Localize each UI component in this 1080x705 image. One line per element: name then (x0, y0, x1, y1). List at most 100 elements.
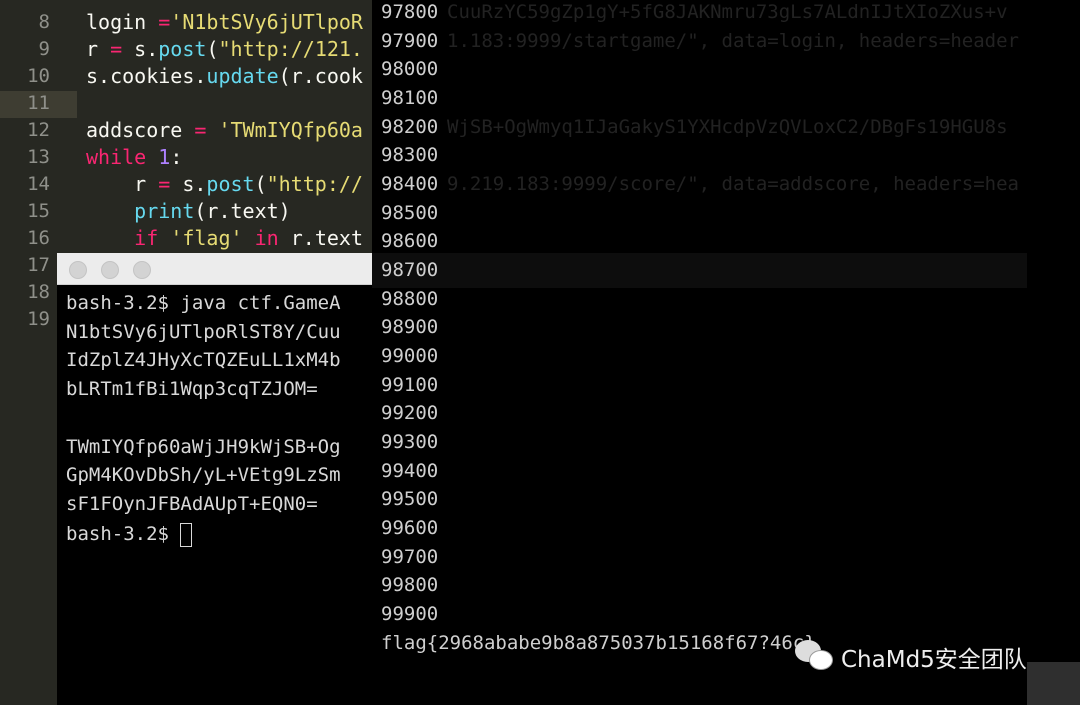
code-token: 'flag' (170, 226, 243, 250)
code-token: "http://121. (218, 37, 363, 61)
score-line: 99500 (381, 488, 439, 511)
code-token: ( (206, 37, 219, 61)
code-token: update (206, 64, 279, 88)
line-number: 11 (27, 92, 50, 114)
score-line: 98000 (381, 58, 439, 81)
code-token: post (158, 37, 207, 61)
ghost-text: 9.219.183:9999/score/", data=addscore, h… (447, 173, 1019, 196)
line-number: 10 (27, 65, 50, 87)
code-line: print(r.text) (86, 198, 291, 225)
corner-panel (1027, 662, 1080, 705)
output-terminal[interactable]: CuuRzYC59gZp1gY+5fG8JAKNmru73gLs7ALdnIJt… (372, 0, 1080, 705)
line-number: 15 (27, 200, 50, 222)
code-token: (r.text) (194, 199, 291, 223)
zoom-button[interactable] (133, 261, 151, 279)
score-line: 99200 (381, 402, 439, 425)
score-line: 99000 (381, 345, 439, 368)
terminal-line: TWmIYQfp60aWjJH9kWjSB+Og (66, 435, 341, 458)
code-token: s. (122, 37, 159, 61)
code-token: : (170, 145, 183, 169)
code-line: s.cookies.update(r.cook (86, 63, 363, 90)
line-number: 12 (27, 119, 50, 141)
ghost-text: 1.183:9999/startgame/", data=login, head… (447, 29, 1019, 52)
terminal-cursor (180, 522, 193, 547)
code-token: = (158, 10, 171, 34)
terminal-line: bash-3.2$ java ctf.GameA (66, 292, 341, 314)
code-line: while 1: (86, 144, 182, 171)
code-token: in (254, 226, 279, 250)
code-token: r (86, 37, 111, 61)
terminal-window[interactable]: bash-3.2$ java ctf.GameA N1btSVy6jUTlpoRl… (57, 253, 373, 705)
score-line: 99300 (381, 431, 439, 454)
code-token: post (206, 172, 255, 196)
line-number: 16 (27, 227, 50, 249)
code-token: r (86, 172, 159, 196)
code-token: 'N1btSVy6jUTlpoR (170, 10, 363, 34)
line-number: 8 (38, 11, 50, 33)
score-line: 98100 (381, 87, 439, 109)
watermark: ChaMd5安全团队 (795, 640, 1027, 674)
score-line: 98400 (381, 173, 439, 196)
score-line: 99600 (381, 517, 439, 540)
close-button[interactable] (69, 261, 87, 279)
minimize-button[interactable] (101, 261, 119, 279)
score-line: 99900 (381, 603, 439, 626)
score-line: 99800 (381, 574, 439, 597)
code-line: addscore = 'TWmIYQfp60a (86, 117, 363, 144)
ghost-titlebar (372, 253, 1027, 288)
code-token: print (134, 199, 195, 223)
code-token: s.cookies. (86, 64, 207, 88)
terminal-line: sF1FOynJFBAdAUpT+EQN0= (66, 492, 318, 515)
code-token: s. (170, 172, 207, 196)
code-line: if 'flag' in r.text (86, 225, 363, 252)
score-line: 99100 (381, 373, 439, 396)
score-line: 97800 (381, 1, 439, 23)
code-token: addscore (86, 118, 195, 142)
ghost-text: CuuRzYC59gZp1gY+5fG8JAKNmru73gLs7ALdnIJt… (447, 1, 1008, 23)
code-line: r = s.post("http:// (86, 171, 363, 198)
terminal-line: GpM4KOvDbSh/yL+VEtg9LzSm (66, 464, 341, 487)
terminal-prompt-line[interactable]: bash-3.2$ (66, 520, 193, 548)
ghost-text: WjSB+OgWmyq1IJaGakyS1YXHcdpVzQVLoxC2/DBg… (447, 115, 1008, 138)
terminal-line: N1btSVy6jUTlpoRlST8Y/Cuu (66, 320, 341, 343)
code-token: r.text (278, 226, 363, 250)
score-line: 98500 (381, 201, 439, 224)
score-line: 97900 (381, 29, 439, 52)
code-token: 'TWmIYQfp60a (218, 118, 363, 142)
terminal-line: bLRTm1fBi1Wqp3cqTZJOM= (66, 378, 318, 401)
line-number: 13 (27, 146, 50, 168)
score-line: 99700 (381, 545, 439, 568)
code-token: ( (254, 172, 267, 196)
line-number: 9 (38, 38, 50, 60)
score-line: 98800 (381, 287, 439, 310)
line-number: 17 (27, 254, 50, 276)
score-line: 98300 (381, 144, 439, 167)
code-token: 1 (158, 145, 171, 169)
code-token: "http:// (266, 172, 363, 196)
code-line: r = s.post("http://121. (86, 36, 363, 63)
line-number: 14 (27, 173, 50, 195)
code-token: login (86, 10, 159, 34)
score-line: 99400 (381, 459, 439, 482)
wechat-icon (795, 640, 835, 674)
score-line: 98600 (381, 230, 439, 253)
score-line: 98700 (381, 259, 439, 282)
flag-output: flag{2968ababe9b8a875037b15168f67?46c} (381, 632, 816, 654)
terminal-titlebar[interactable] (57, 253, 373, 285)
line-number: 19 (27, 308, 50, 330)
watermark-text: ChaMd5安全团队 (841, 647, 1027, 673)
prompt: bash-3.2$ (66, 523, 181, 545)
code-token: = (194, 118, 207, 142)
code-token: = (110, 37, 123, 61)
terminal-line: IdZplZ4JHyXcTQZEuLL1xM4b (66, 349, 341, 372)
line-number: 18 (27, 281, 50, 303)
code-line: login ='N1btSVy6jUTlpoR (86, 9, 363, 36)
code-token: (r.cook (278, 64, 363, 88)
code-token: while (86, 145, 147, 169)
